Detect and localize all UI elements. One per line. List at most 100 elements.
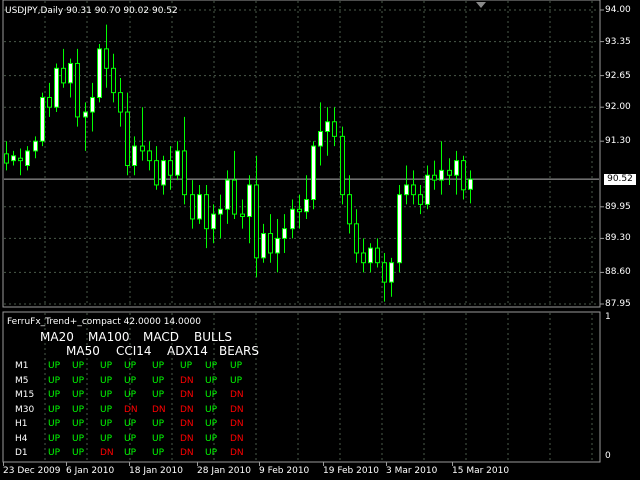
candle-body bbox=[218, 208, 223, 215]
candle-body bbox=[25, 150, 30, 167]
signal-cell: UP bbox=[205, 419, 218, 429]
time-axis-label: 19 Feb 2010 bbox=[323, 466, 380, 476]
price-axis-label: 92.00 bbox=[605, 102, 631, 113]
signal-cell: DN bbox=[180, 390, 194, 400]
candle-body bbox=[325, 121, 330, 132]
signal-cell: UP bbox=[72, 404, 85, 415]
signal-cell: UP bbox=[72, 361, 85, 371]
timeframe-label: M15 bbox=[15, 390, 35, 400]
candle-body bbox=[54, 67, 59, 108]
price-axis-label: 93.35 bbox=[605, 36, 631, 47]
candle-body bbox=[97, 48, 102, 98]
indicator-scale-bottom: 0 bbox=[605, 451, 611, 461]
signal-cell: DN bbox=[180, 375, 194, 386]
matrix-header-label: BULLS bbox=[194, 330, 233, 344]
candle-body bbox=[182, 150, 187, 196]
timeframe-label: H1 bbox=[15, 419, 28, 429]
candle-body bbox=[232, 179, 237, 215]
candle-body bbox=[347, 194, 352, 225]
signal-cell: UP bbox=[48, 419, 61, 429]
candle-body bbox=[318, 130, 323, 147]
candle-body bbox=[461, 160, 466, 191]
candle-body bbox=[240, 213, 245, 218]
time-axis-label: 6 Jan 2010 bbox=[66, 466, 115, 476]
signal-cell: UP bbox=[100, 375, 113, 386]
signal-cell: DN bbox=[180, 448, 194, 458]
candle-body bbox=[447, 169, 452, 176]
matrix-header-label: MA100 bbox=[88, 330, 130, 344]
candle-body bbox=[11, 155, 16, 162]
candle-body bbox=[282, 228, 287, 239]
candle-body bbox=[61, 67, 66, 84]
price-axis-label: 89.95 bbox=[605, 201, 631, 212]
candle-body bbox=[418, 194, 423, 205]
signal-cell: DN bbox=[152, 404, 166, 415]
candle-body bbox=[304, 199, 309, 213]
signal-cell: UP bbox=[124, 448, 137, 458]
signal-cell: DN bbox=[230, 448, 244, 458]
candle-body bbox=[68, 62, 73, 84]
candle-body bbox=[261, 233, 266, 259]
signal-cell: UP bbox=[205, 448, 218, 458]
candle-body bbox=[125, 111, 130, 167]
signal-cell: UP bbox=[124, 361, 137, 371]
signal-cell: UP bbox=[48, 448, 61, 458]
candle-body bbox=[47, 96, 52, 108]
candle-body bbox=[190, 194, 195, 220]
candle-body bbox=[154, 160, 159, 186]
candle-body bbox=[404, 184, 409, 196]
signal-cell: DN bbox=[100, 448, 114, 458]
candle-body bbox=[118, 92, 123, 113]
signal-cell: UP bbox=[48, 404, 61, 415]
chart-shift-marker[interactable] bbox=[476, 2, 486, 8]
signal-cell: UP bbox=[72, 419, 85, 429]
signal-cell: UP bbox=[72, 375, 85, 386]
signal-cell: DN bbox=[230, 390, 244, 400]
matrix-header-label: CCI14 bbox=[116, 344, 152, 358]
candle-body bbox=[161, 160, 166, 186]
candle-body bbox=[90, 96, 95, 113]
price-chart[interactable] bbox=[0, 0, 640, 480]
candle-body bbox=[468, 178, 473, 190]
signal-cell: UP bbox=[152, 390, 165, 400]
indicator-scale-top: 1 bbox=[605, 312, 611, 322]
candle-body bbox=[389, 262, 394, 283]
price-axis-label: 89.30 bbox=[605, 233, 631, 244]
signal-cell: UP bbox=[180, 361, 193, 371]
candle-body bbox=[375, 247, 380, 264]
chart-symbol-info: USDJPY,Daily 90.31 90.70 90.02 90.52 bbox=[5, 6, 178, 16]
signal-cell: UP bbox=[124, 390, 137, 400]
candle-body bbox=[225, 179, 230, 210]
candle-body bbox=[104, 48, 109, 69]
signal-cell: UP bbox=[152, 361, 165, 371]
candle-body bbox=[275, 237, 280, 254]
signal-cell: UP bbox=[205, 390, 218, 400]
signal-cell: DN bbox=[230, 404, 244, 415]
signal-cell: UP bbox=[100, 390, 113, 400]
matrix-header-label: BEARS bbox=[219, 344, 259, 358]
signal-cell: UP bbox=[100, 361, 113, 371]
candle-body bbox=[368, 247, 373, 264]
matrix-header-label: MA50 bbox=[66, 344, 100, 358]
signal-cell: UP bbox=[48, 390, 61, 400]
candle-body bbox=[425, 174, 430, 205]
signal-cell: DN bbox=[230, 433, 244, 444]
price-axis-label: 91.30 bbox=[605, 136, 631, 147]
candle-body bbox=[40, 96, 45, 142]
candle-body bbox=[175, 150, 180, 176]
signal-cell: UP bbox=[205, 361, 218, 371]
candle-body bbox=[197, 194, 202, 220]
matrix-header-label: MA20 bbox=[40, 330, 74, 344]
signal-cell: UP bbox=[124, 419, 137, 429]
candle-body bbox=[254, 184, 259, 259]
price-axis-label: 94.00 bbox=[605, 5, 631, 15]
signal-cell: UP bbox=[205, 404, 218, 415]
timeframe-label: H4 bbox=[15, 433, 28, 444]
candle-body bbox=[83, 111, 88, 118]
timeframe-label: D1 bbox=[15, 448, 28, 458]
candle-body bbox=[211, 213, 216, 230]
signal-cell: UP bbox=[72, 390, 85, 400]
signal-cell: UP bbox=[152, 419, 165, 429]
signal-cell: UP bbox=[205, 375, 218, 386]
signal-cell: UP bbox=[100, 419, 113, 429]
